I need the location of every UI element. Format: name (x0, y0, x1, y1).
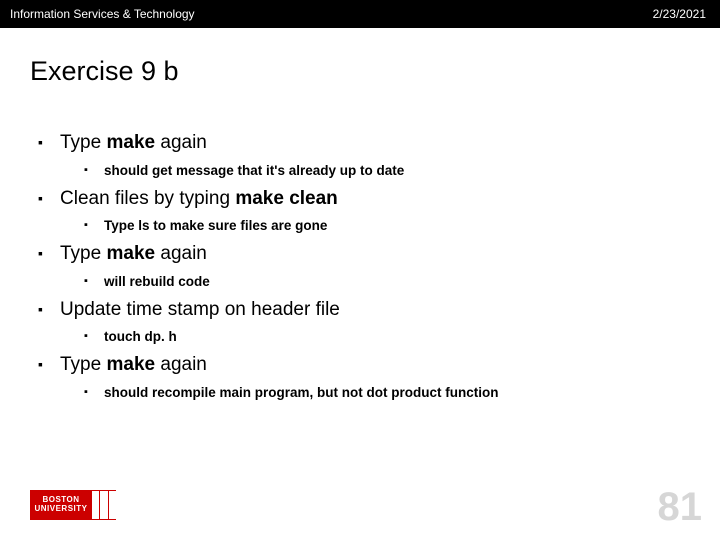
header-left: Information Services & Technology (10, 7, 195, 21)
list-item: Type make again should recompile main pr… (38, 353, 690, 403)
list-item: Clean files by typing make clean Type ls… (38, 187, 690, 237)
page-number: 81 (658, 485, 703, 530)
boston-university-logo: BOSTON UNIVERSITY (30, 490, 116, 520)
list-item: Update time stamp on header file touch d… (38, 298, 690, 348)
sub-item: should recompile main program, but not d… (84, 384, 690, 403)
list-item: Type make again will rebuild code (38, 242, 690, 292)
slide-title: Exercise 9 b (30, 56, 690, 87)
slide-header: Information Services & Technology 2/23/2… (0, 0, 720, 28)
logo-bars-icon (92, 490, 116, 520)
sub-item: touch dp. h (84, 328, 690, 347)
slide-content: Exercise 9 b Type make again should get … (0, 28, 720, 403)
logo-text: BOSTON UNIVERSITY (30, 490, 92, 520)
header-date: 2/23/2021 (653, 7, 706, 21)
sub-item: will rebuild code (84, 273, 690, 292)
sub-item: should get message that it's already up … (84, 162, 690, 181)
sub-item: Type ls to make sure files are gone (84, 217, 690, 236)
list-item: Type make again should get message that … (38, 131, 690, 181)
main-list: Type make again should get message that … (30, 131, 690, 403)
